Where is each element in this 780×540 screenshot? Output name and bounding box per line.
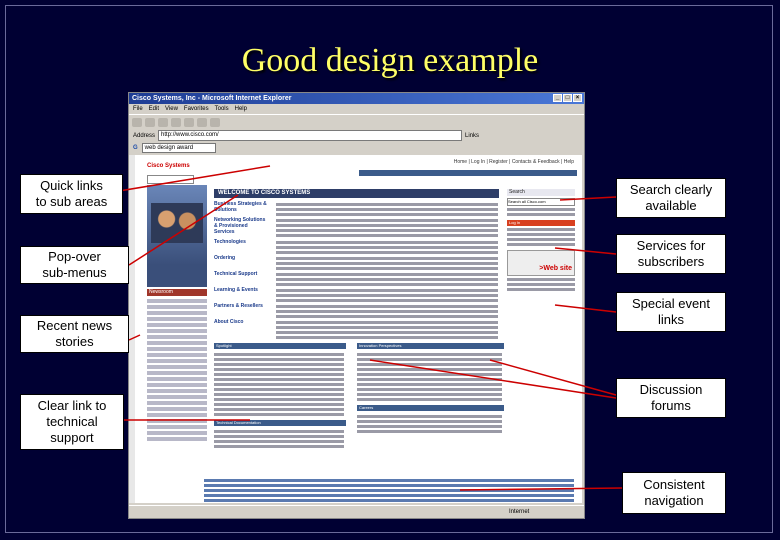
careers-heading[interactable]: Careers	[357, 405, 504, 411]
links-label[interactable]: Links	[465, 133, 479, 139]
callout-recent-news: Recent news stories	[20, 315, 129, 353]
close-icon[interactable]: ×	[573, 94, 582, 102]
hero-caption	[147, 265, 207, 287]
web-page: Cisco Systems Home | Log In | Register |…	[129, 155, 582, 503]
favorites-icon[interactable]	[210, 117, 220, 127]
search-icon[interactable]	[197, 117, 207, 127]
page-sidebar-strip	[129, 155, 135, 503]
spotlight-heading[interactable]: Spotlight	[214, 343, 346, 349]
menu-favorites[interactable]: Favorites	[184, 104, 209, 114]
site-search-input[interactable]: Search all Cisco.com	[507, 198, 575, 206]
section-label[interactable]: Business Strategies & Solutions	[214, 201, 269, 213]
browser-toolbar	[129, 114, 584, 129]
callout-special-event: Special event links	[616, 292, 726, 332]
section-label[interactable]: Technologies	[214, 239, 269, 245]
callout-quick-links: Quick links to sub areas	[20, 174, 123, 214]
menu-view[interactable]: View	[165, 104, 178, 114]
callout-search: Search clearly available	[616, 178, 726, 218]
login-heading[interactable]: Log In	[507, 220, 575, 226]
google-search-input[interactable]: web design award	[141, 143, 216, 153]
careers-list	[357, 413, 502, 435]
tech-doc-list	[214, 428, 344, 450]
google-toolbar: G web design award	[129, 142, 584, 154]
spotlight-list	[214, 351, 344, 418]
section-label[interactable]: Networking Solutions & Provisioned Servi…	[214, 217, 269, 235]
callout-discussion: Discussion forums	[616, 378, 726, 418]
top-links[interactable]: Home | Log In | Register | Contacts & Fe…	[454, 159, 574, 165]
back-icon[interactable]	[132, 117, 142, 127]
forward-icon[interactable]	[145, 117, 155, 127]
quick-links-select[interactable]	[147, 175, 194, 184]
stop-icon[interactable]	[158, 117, 168, 127]
menu-file[interactable]: File	[133, 104, 143, 114]
menu-bar: File Edit View Favorites Tools Help	[129, 104, 584, 114]
innovation-heading[interactable]: Innovation Perspectives	[357, 343, 504, 349]
menu-tools[interactable]: Tools	[215, 104, 229, 114]
section-label[interactable]: About Cisco	[214, 319, 269, 325]
home-icon[interactable]	[184, 117, 194, 127]
callout-subscribers: Services for subscribers	[616, 234, 726, 274]
status-bar: Internet	[129, 505, 584, 518]
section-label[interactable]: Learning & Events	[214, 287, 269, 293]
window-controls: _ □ ×	[553, 94, 582, 102]
refresh-icon[interactable]	[171, 117, 181, 127]
menu-help[interactable]: Help	[235, 104, 247, 114]
slide-title: Good design example	[241, 42, 539, 79]
section-label[interactable]: Ordering	[214, 255, 269, 261]
tech-doc-heading[interactable]: Technical Documentation	[214, 420, 346, 426]
welcome-banner: WELCOME TO CISCO SYSTEMS	[214, 189, 499, 198]
internet-zone: Internet	[509, 509, 530, 515]
google-logo: G	[133, 145, 138, 151]
event-ad[interactable]: >Web site	[507, 250, 575, 276]
cisco-logo[interactable]: Cisco Systems	[147, 163, 190, 169]
footer-navigation[interactable]	[204, 477, 574, 504]
callout-navigation: Consistent navigation	[622, 472, 726, 514]
hero-image	[147, 185, 207, 265]
news-heading[interactable]: Newsroom	[147, 289, 207, 296]
maximize-icon[interactable]: □	[563, 94, 572, 102]
news-list	[147, 297, 207, 443]
section-label[interactable]: Technical Support	[214, 271, 269, 277]
people-photo	[151, 203, 203, 243]
address-input[interactable]: http://www.cisco.com/	[158, 130, 463, 141]
section-label[interactable]: Partners & Resellers	[214, 303, 269, 309]
menu-edit[interactable]: Edit	[149, 104, 159, 114]
address-bar: Address http://www.cisco.com/ Links	[129, 129, 584, 142]
callout-popover: Pop-over sub-menus	[20, 246, 129, 284]
browser-title: Cisco Systems, Inc - Microsoft Internet …	[132, 95, 292, 102]
right-column: Search Search all Cisco.com Log In >Web …	[507, 189, 575, 293]
top-nav-bar[interactable]	[359, 170, 577, 176]
callout-tech-support: Clear link to technical support	[20, 394, 124, 450]
innovation-list	[357, 351, 502, 403]
address-label: Address	[133, 132, 156, 139]
browser-titlebar: Cisco Systems, Inc - Microsoft Internet …	[129, 93, 584, 104]
search-heading: Search	[507, 189, 575, 196]
browser-screenshot: Cisco Systems, Inc - Microsoft Internet …	[128, 92, 585, 519]
minimize-icon[interactable]: _	[553, 94, 562, 102]
